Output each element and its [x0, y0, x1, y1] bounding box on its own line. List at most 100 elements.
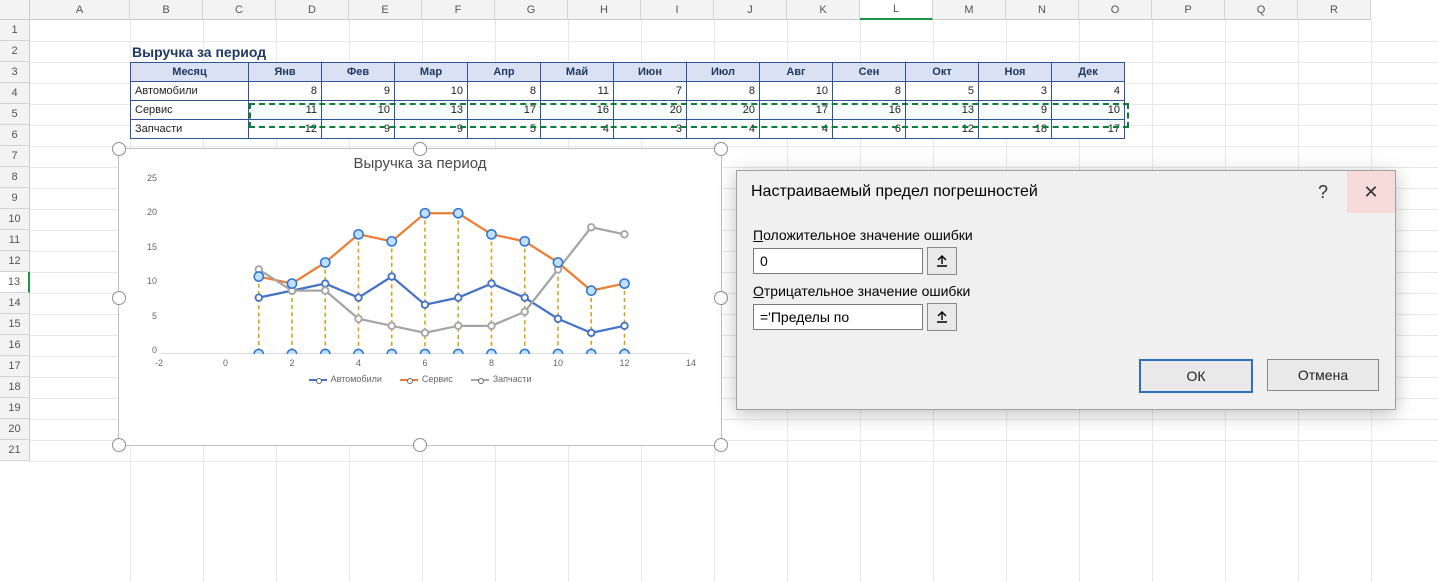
row-header-21[interactable]: 21: [0, 440, 30, 461]
legend-item[interactable]: Автомобили: [309, 374, 382, 384]
chart-legend[interactable]: АвтомобилиСервисЗапчасти: [119, 372, 721, 392]
table-cell[interactable]: 9: [322, 120, 395, 139]
row-header-10[interactable]: 10: [0, 209, 30, 230]
table-row[interactable]: Автомобили891081178108534: [131, 82, 1125, 101]
column-header-R[interactable]: R: [1298, 0, 1371, 20]
table-cell[interactable]: 4: [687, 120, 760, 139]
cancel-button[interactable]: Отмена: [1267, 359, 1379, 391]
column-header-E[interactable]: E: [349, 0, 422, 20]
table-cell[interactable]: 7: [614, 82, 687, 101]
column-header-P[interactable]: P: [1152, 0, 1225, 20]
table-cell[interactable]: 4: [541, 120, 614, 139]
table-header-cell[interactable]: Май: [541, 63, 614, 82]
table-cell[interactable]: 12: [906, 120, 979, 139]
column-header-O[interactable]: O: [1079, 0, 1152, 20]
column-header-F[interactable]: F: [422, 0, 495, 20]
table-row[interactable]: Запчасти1299543446121817: [131, 120, 1125, 139]
positive-error-range-picker[interactable]: [927, 247, 957, 275]
row-header-12[interactable]: 12: [0, 251, 30, 272]
row-header-16[interactable]: 16: [0, 335, 30, 356]
resize-handle-mr[interactable]: [714, 291, 728, 305]
table-cell[interactable]: 3: [979, 82, 1052, 101]
table-cell[interactable]: 16: [541, 101, 614, 120]
resize-handle-ml[interactable]: [112, 291, 126, 305]
row-header-15[interactable]: 15: [0, 314, 30, 335]
table-cell[interactable]: 10: [760, 82, 833, 101]
row-header-13[interactable]: 13: [0, 272, 30, 293]
table-cell[interactable]: 11: [541, 82, 614, 101]
table-cell[interactable]: 9: [979, 101, 1052, 120]
row-header-3[interactable]: 3: [0, 62, 30, 83]
table-header-cell[interactable]: Июн: [614, 63, 687, 82]
table-cell[interactable]: Сервис: [131, 101, 249, 120]
dialog-titlebar[interactable]: Настраиваемый предел погрешностей ? ✕: [737, 171, 1395, 213]
table-header-cell[interactable]: Ноя: [979, 63, 1052, 82]
table-cell[interactable]: 16: [833, 101, 906, 120]
column-header-I[interactable]: I: [641, 0, 714, 20]
resize-handle-bl[interactable]: [112, 438, 126, 452]
resize-handle-tc[interactable]: [413, 142, 427, 156]
table-cell[interactable]: 3: [614, 120, 687, 139]
table-cell[interactable]: 10: [322, 101, 395, 120]
positive-error-input[interactable]: [753, 248, 923, 274]
negative-error-input[interactable]: [753, 304, 923, 330]
column-header-D[interactable]: D: [276, 0, 349, 20]
row-header-18[interactable]: 18: [0, 377, 30, 398]
table-cell[interactable]: 11: [249, 101, 322, 120]
row-header-6[interactable]: 6: [0, 125, 30, 146]
table-cell[interactable]: 8: [687, 82, 760, 101]
table-cell[interactable]: 4: [760, 120, 833, 139]
resize-handle-bc[interactable]: [413, 438, 427, 452]
table-cell[interactable]: 8: [249, 82, 322, 101]
column-header-H[interactable]: H: [568, 0, 641, 20]
column-header-K[interactable]: K: [787, 0, 860, 20]
row-header-17[interactable]: 17: [0, 356, 30, 377]
table-header-cell[interactable]: Окт: [906, 63, 979, 82]
table-cell[interactable]: Запчасти: [131, 120, 249, 139]
table-cell[interactable]: 18: [979, 120, 1052, 139]
table-header-cell[interactable]: Мар: [395, 63, 468, 82]
chart-x-axis[interactable]: -202468101214: [159, 352, 691, 368]
dialog-help-button[interactable]: ?: [1299, 171, 1347, 213]
column-header-N[interactable]: N: [1006, 0, 1079, 20]
column-header-J[interactable]: J: [714, 0, 787, 20]
row-header-11[interactable]: 11: [0, 230, 30, 251]
column-header-Q[interactable]: Q: [1225, 0, 1298, 20]
ok-button[interactable]: ОК: [1139, 359, 1253, 393]
resize-handle-tl[interactable]: [112, 142, 126, 156]
column-header-M[interactable]: M: [933, 0, 1006, 20]
table-header-cell[interactable]: Сен: [833, 63, 906, 82]
column-header-G[interactable]: G: [495, 0, 568, 20]
table-cell[interactable]: 12: [249, 120, 322, 139]
row-header-1[interactable]: 1: [0, 20, 30, 41]
chart-plot-area[interactable]: 0510152025 -202468101214: [159, 178, 691, 368]
column-header-C[interactable]: C: [203, 0, 276, 20]
table-header-cell[interactable]: Апр: [468, 63, 541, 82]
table-cell[interactable]: 13: [906, 101, 979, 120]
table-cell[interactable]: 17: [760, 101, 833, 120]
row-header-2[interactable]: 2: [0, 41, 30, 62]
table-cell[interactable]: 5: [468, 120, 541, 139]
row-header-4[interactable]: 4: [0, 83, 30, 104]
row-header-20[interactable]: 20: [0, 419, 30, 440]
row-header-8[interactable]: 8: [0, 167, 30, 188]
table-cell[interactable]: 8: [833, 82, 906, 101]
select-all-corner[interactable]: [0, 0, 30, 20]
table-header-cell[interactable]: Авг: [760, 63, 833, 82]
table-cell[interactable]: 13: [395, 101, 468, 120]
row-header-14[interactable]: 14: [0, 293, 30, 314]
chart-object[interactable]: Выручка за период 0510152025 -2024681012…: [118, 148, 722, 446]
resize-handle-br[interactable]: [714, 438, 728, 452]
row-header-9[interactable]: 9: [0, 188, 30, 209]
dialog-close-button[interactable]: ✕: [1347, 171, 1395, 213]
legend-item[interactable]: Запчасти: [471, 374, 532, 384]
column-header-L[interactable]: L: [860, 0, 933, 20]
table-cell[interactable]: 17: [468, 101, 541, 120]
table-cell[interactable]: 9: [395, 120, 468, 139]
row-header-5[interactable]: 5: [0, 104, 30, 125]
chart-y-axis[interactable]: 0510152025: [133, 178, 157, 350]
table-header-cell[interactable]: Июл: [687, 63, 760, 82]
table-cell[interactable]: Автомобили: [131, 82, 249, 101]
data-table[interactable]: МесяцЯнвФевМарАпрМайИюнИюлАвгСенОктНояДе…: [130, 62, 1125, 139]
table-header-cell[interactable]: Фев: [322, 63, 395, 82]
